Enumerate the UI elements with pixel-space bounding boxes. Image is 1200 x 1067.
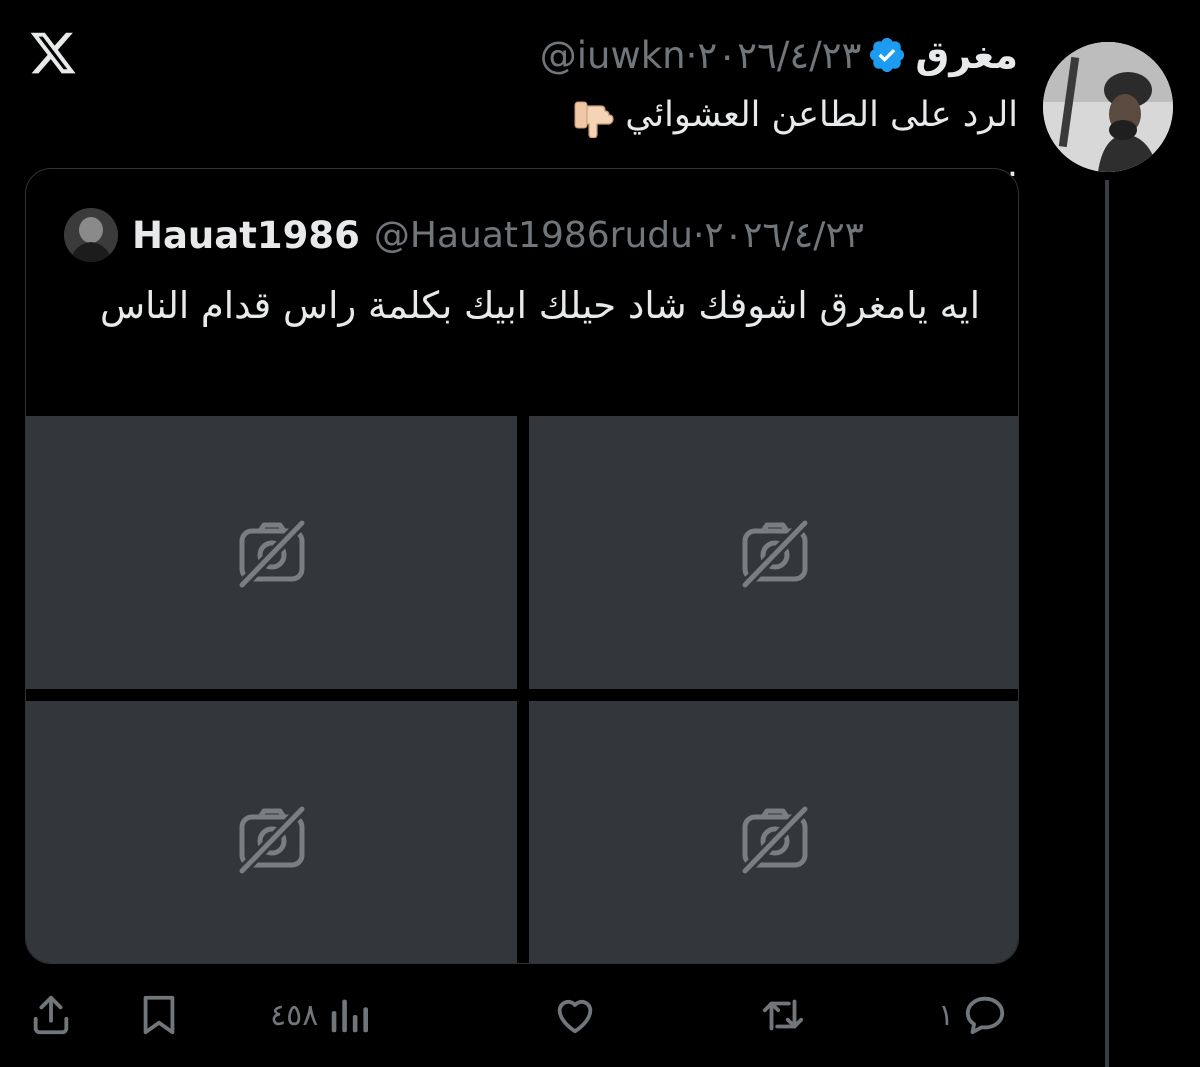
- retweet-button[interactable]: [760, 985, 822, 1045]
- tweet-header: مغرق @iuwkn·٢٠٢٦/٤/٢٣: [540, 30, 1018, 80]
- tweet-date[interactable]: ٢٠٢٦/٤/٢٣: [697, 34, 861, 77]
- media-placeholder[interactable]: [529, 416, 1018, 689]
- media-placeholder[interactable]: [26, 701, 517, 963]
- media-placeholder[interactable]: [529, 701, 1018, 963]
- bookmark-button[interactable]: [136, 985, 182, 1045]
- author-display-name[interactable]: مغرق: [915, 33, 1018, 77]
- media-placeholder[interactable]: [26, 416, 517, 689]
- retweet-icon: [762, 999, 804, 1031]
- quoted-tweet-text: ايه يامغرق اشوفك شاد حيلك ابيك بكلمة راس…: [99, 284, 980, 327]
- tweet-meta: @iuwkn·٢٠٢٦/٤/٢٣: [540, 34, 862, 77]
- share-button[interactable]: [28, 985, 74, 1045]
- quoted-tweet-card[interactable]: Hauat1986 @Hauat1986rudu·٢٠٢٦/٤/٢٣ ايه ي…: [25, 168, 1019, 964]
- thread-line: [1105, 180, 1109, 1067]
- quoted-tweet-meta: @Hauat1986rudu·٢٠٢٦/٤/٢٣: [374, 215, 864, 256]
- reply-icon: [965, 996, 1005, 1035]
- image-unavailable-icon: [740, 518, 809, 589]
- like-button[interactable]: [552, 985, 614, 1045]
- quoted-tweet-date[interactable]: ٢٠٢٦/٤/٢٣: [704, 215, 864, 256]
- like-icon: [557, 999, 593, 1034]
- quoted-author-display-name[interactable]: Hauat1986: [132, 214, 360, 257]
- tweet-actions-bar: ٤٥٨ ١: [0, 985, 1200, 1045]
- reply-count: ١: [938, 997, 955, 1033]
- tweet-text-main: الرد على الطاعن العشوائي: [625, 95, 1018, 135]
- author-handle[interactable]: @iuwkn: [540, 34, 686, 77]
- x-logo-icon[interactable]: [28, 28, 78, 78]
- verified-badge-icon: [870, 37, 905, 73]
- share-icon: [33, 995, 69, 1035]
- author-avatar[interactable]: [1043, 42, 1173, 172]
- quoted-media-grid: [26, 416, 1018, 963]
- quoted-author-handle[interactable]: @Hauat1986rudu: [374, 215, 693, 256]
- backhand-index-pointing-down-icon: [574, 101, 614, 138]
- views-button[interactable]: ٤٥٨: [262, 985, 372, 1045]
- reply-button[interactable]: ١: [930, 985, 1008, 1045]
- views-icon: [332, 999, 369, 1033]
- quoted-meta-separator: ·: [692, 214, 705, 256]
- views-count: ٤٥٨: [270, 997, 319, 1033]
- meta-separator: ·: [685, 33, 698, 77]
- image-unavailable-icon: [740, 805, 809, 875]
- bookmark-icon: [143, 995, 175, 1035]
- image-unavailable-icon: [237, 805, 306, 875]
- image-unavailable-icon: [237, 518, 306, 589]
- quoted-tweet-header: Hauat1986 @Hauat1986rudu·٢٠٢٦/٤/٢٣: [64, 208, 864, 262]
- quoted-author-avatar[interactable]: [64, 208, 118, 262]
